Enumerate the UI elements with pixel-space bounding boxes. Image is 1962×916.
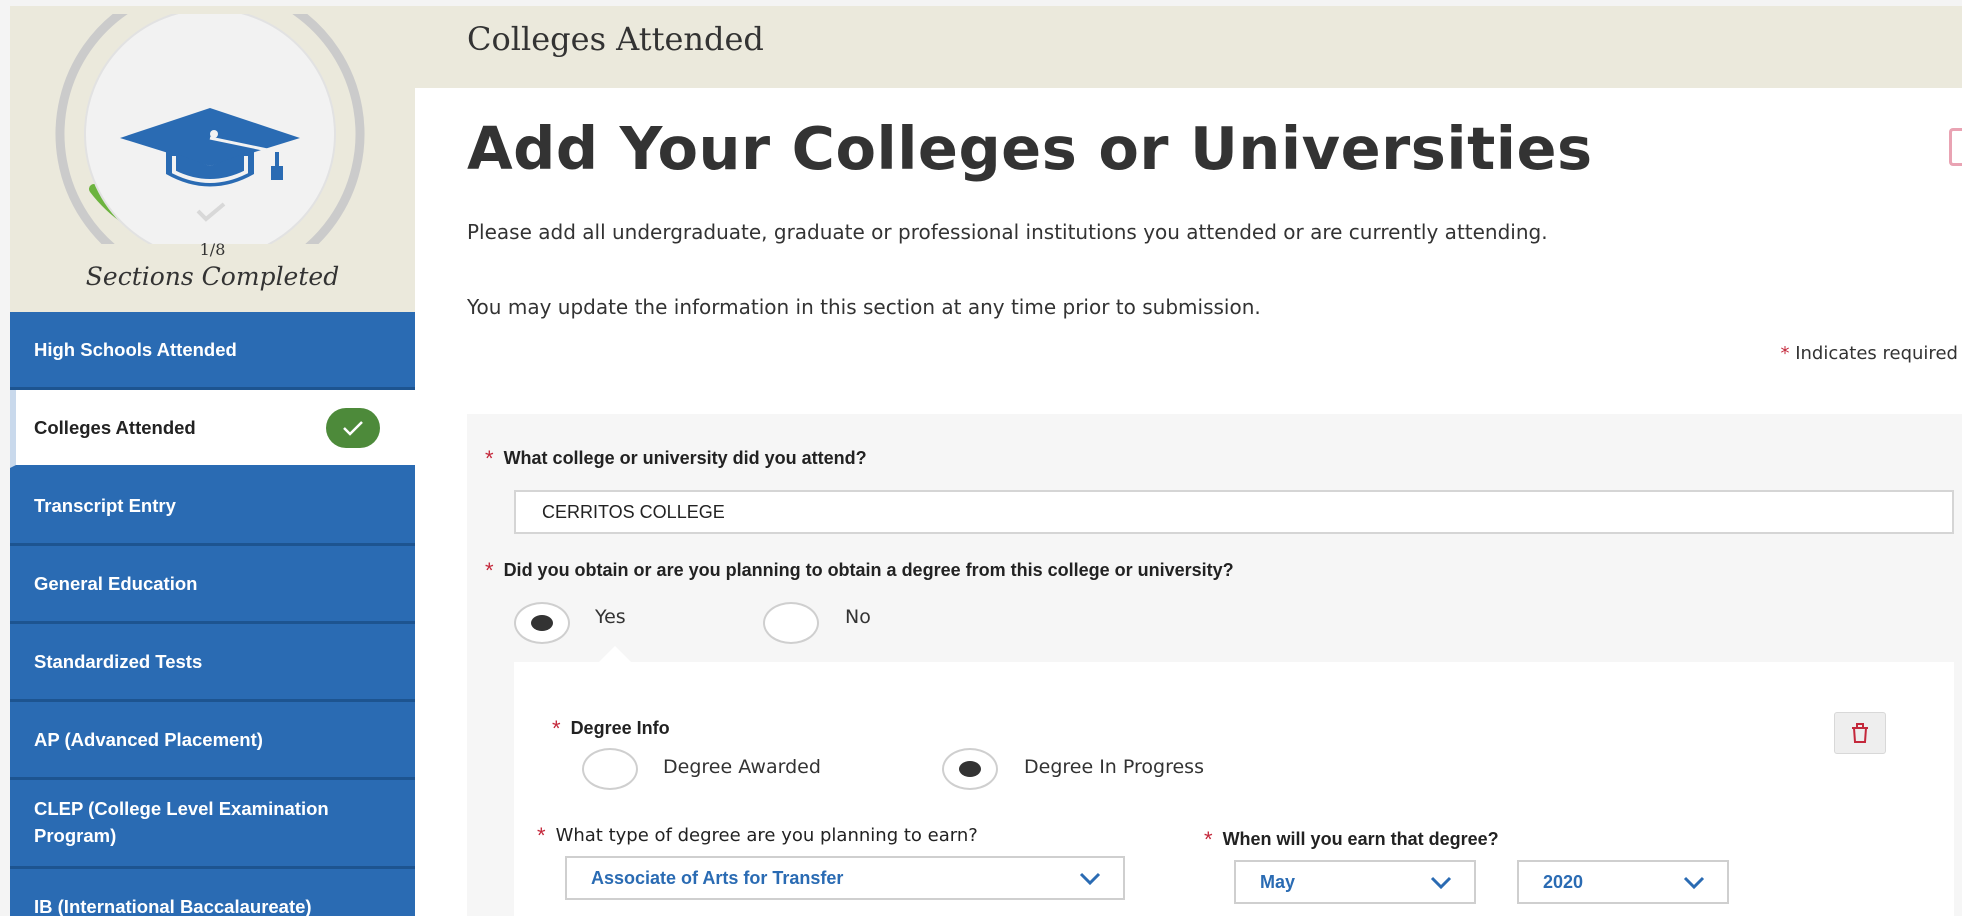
update-note: You may update the information in this s… xyxy=(467,295,1261,319)
progress-count: 1/8 xyxy=(199,240,226,259)
required-star: * xyxy=(537,823,546,848)
left-edge xyxy=(0,0,10,916)
degree-type-value: Associate of Arts for Transfer xyxy=(591,867,844,888)
degree-awarded-radio[interactable] xyxy=(582,748,638,790)
degree-question: * Did you obtain or are you planning to o… xyxy=(485,556,1234,583)
degree-no-label: No xyxy=(845,606,871,628)
college-question: * What college or university did you atte… xyxy=(485,444,867,471)
required-star: * xyxy=(485,446,494,471)
chevron-down-icon xyxy=(1683,876,1705,890)
sidebar-item-ap[interactable]: AP (Advanced Placement) xyxy=(10,702,415,780)
checkmark-icon xyxy=(343,420,363,436)
progress-label: Sections Completed xyxy=(85,262,340,291)
sidebar-item-ib[interactable]: IB (International Baccalaureate) xyxy=(10,869,415,916)
progress-ring xyxy=(55,14,365,244)
required-star: * xyxy=(485,558,494,583)
trash-icon xyxy=(1852,723,1868,743)
when-question-text: When will you earn that degree? xyxy=(1222,829,1499,849)
clipped-button[interactable] xyxy=(1949,128,1962,166)
degree-type-question-text: What type of degree are you planning to … xyxy=(555,825,978,846)
required-star: * xyxy=(1780,343,1790,364)
delete-degree-button[interactable] xyxy=(1834,712,1886,754)
degree-in-progress-radio[interactable] xyxy=(942,748,998,790)
sidebar-item-label: AP (Advanced Placement) xyxy=(34,728,263,750)
section-header-title: Colleges Attended xyxy=(467,20,764,58)
sidebar-item-general-education[interactable]: General Education xyxy=(10,546,415,624)
chevron-down-icon xyxy=(1079,872,1101,886)
section-header: Colleges Attended xyxy=(415,6,1962,88)
sidebar-item-clep[interactable]: CLEP (College Level Examination Program) xyxy=(10,780,415,869)
required-star: * xyxy=(552,716,561,741)
sidebar-item-label: High Schools Attended xyxy=(34,338,237,360)
sidebar-item-colleges-attended[interactable]: Colleges Attended xyxy=(10,390,415,468)
section-nav: High Schools Attended Colleges Attended … xyxy=(10,312,415,916)
degree-awarded-label: Degree Awarded xyxy=(663,756,821,778)
year-select[interactable]: 2020 xyxy=(1517,860,1729,904)
degree-info-text: Degree Info xyxy=(570,718,670,738)
sidebar-item-label: Colleges Attended xyxy=(34,416,196,438)
college-name-input[interactable]: CERRITOS COLLEGE xyxy=(514,490,1954,534)
year-value: 2020 xyxy=(1543,871,1584,892)
sidebar-item-label: General Education xyxy=(34,572,198,594)
college-name-value: CERRITOS COLLEGE xyxy=(542,501,725,522)
month-value: May xyxy=(1260,871,1296,892)
required-note: * Indicates required f xyxy=(1780,343,1962,364)
degree-type-question: * What type of degree are you planning to… xyxy=(537,821,978,848)
sidebar-item-high-schools[interactable]: High Schools Attended xyxy=(10,312,415,390)
sidebar-item-standardized-tests[interactable]: Standardized Tests xyxy=(10,624,415,702)
degree-question-text: Did you obtain or are you planning to ob… xyxy=(503,560,1234,580)
degree-info-label: * Degree Info xyxy=(552,714,670,741)
intro-text: Please add all undergraduate, graduate o… xyxy=(467,220,1548,244)
month-select[interactable]: May xyxy=(1234,860,1476,904)
required-note-text: Indicates required f xyxy=(1795,343,1962,364)
chevron-down-icon xyxy=(1430,876,1452,890)
degree-type-select[interactable]: Associate of Arts for Transfer xyxy=(565,856,1125,900)
college-question-text: What college or university did you atten… xyxy=(503,448,867,468)
sidebar-item-label: Transcript Entry xyxy=(34,494,176,516)
required-star: * xyxy=(1204,827,1213,852)
card-notch xyxy=(598,646,632,663)
degree-no-radio[interactable] xyxy=(763,602,819,644)
sidebar-item-label: Standardized Tests xyxy=(34,650,203,672)
sidebar-item-transcript-entry[interactable]: Transcript Entry xyxy=(10,468,415,546)
when-question: * When will you earn that degree? xyxy=(1204,825,1499,852)
degree-in-progress-label: Degree In Progress xyxy=(1024,756,1204,778)
degree-yes-label: Yes xyxy=(595,606,626,628)
completed-check-badge xyxy=(326,407,380,448)
sidebar: 1/8 Sections Completed High Schools Atte… xyxy=(10,6,415,916)
page-title: Add Your Colleges or Universities xyxy=(467,114,1593,183)
degree-yes-radio[interactable] xyxy=(514,602,570,644)
sidebar-item-label: CLEP (College Level Examination Program) xyxy=(34,798,329,846)
progress-panel: 1/8 Sections Completed xyxy=(10,6,415,312)
sidebar-item-label: IB (International Baccalaureate) xyxy=(34,895,312,916)
